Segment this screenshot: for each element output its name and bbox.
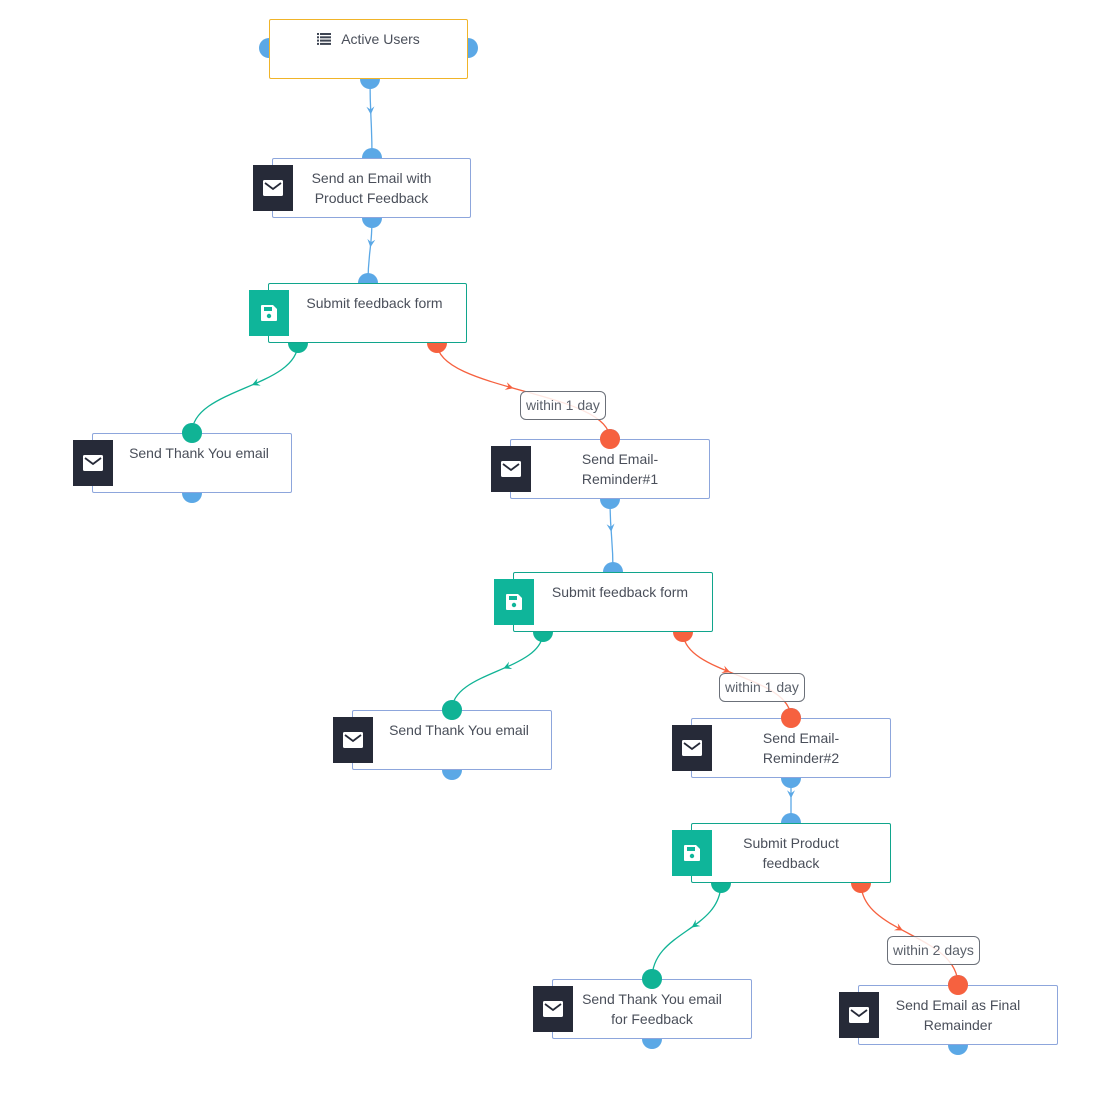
node-label: Submit Product feedback	[743, 835, 839, 871]
node-label: Active Users	[270, 29, 467, 50]
envelope-icon	[533, 986, 573, 1032]
node-label: Send Email as Final Remainder	[895, 997, 1021, 1033]
node-label-text: Active Users	[341, 31, 420, 47]
envelope-icon	[839, 992, 879, 1038]
arrowhead-icon	[893, 923, 903, 931]
envelope-icon	[333, 717, 373, 763]
condition-label[interactable]: within 2 days	[887, 936, 980, 965]
condition-label[interactable]: within 1 day	[719, 673, 805, 702]
envelope-icon	[73, 440, 113, 486]
input-port[interactable]	[781, 708, 801, 728]
arrowhead-icon	[503, 661, 513, 669]
edge-success[interactable]	[191, 342, 299, 434]
condition-label[interactable]: within 1 day	[520, 391, 606, 420]
edge-default[interactable]	[369, 78, 373, 159]
input-port[interactable]	[948, 975, 968, 995]
arrowhead-icon	[504, 382, 514, 390]
node-submit-form-2[interactable]: Submit feedback form	[494, 572, 713, 632]
floppy-disk-icon	[672, 830, 712, 876]
node-label: Send Email-Reminder#2	[762, 730, 840, 766]
envelope-icon	[672, 725, 712, 771]
node-label: Submit feedback form	[306, 295, 443, 311]
node-label: Submit feedback form	[551, 584, 689, 600]
node-label: Send Thank You email	[129, 445, 269, 461]
input-port[interactable]	[642, 969, 662, 989]
floppy-disk-icon	[249, 290, 289, 336]
node-label: Send Thank You email	[389, 722, 529, 738]
envelope-icon	[253, 165, 293, 211]
floppy-disk-icon	[494, 579, 534, 625]
input-port[interactable]	[442, 700, 462, 720]
list-icon	[317, 30, 332, 50]
envelope-icon	[491, 446, 531, 492]
edge-failure[interactable]	[860, 882, 959, 986]
workflow-canvas[interactable]: Active Users Send an Email with Product F…	[0, 0, 1093, 1107]
node-label: Send Thank You email for Feedback	[582, 991, 722, 1027]
node-submit-form-1[interactable]: Submit feedback form	[249, 283, 467, 343]
arrowhead-icon	[251, 378, 261, 386]
edge-success[interactable]	[651, 882, 722, 980]
node-active-users[interactable]: Active Users	[269, 19, 468, 79]
edge-success[interactable]	[451, 631, 544, 711]
node-send-email-feedback[interactable]: Send an Email with Product Feedback	[253, 158, 471, 218]
input-port[interactable]	[600, 429, 620, 449]
node-label: Send Email-Reminder#1	[581, 451, 659, 487]
node-label: Send an Email with Product Feedback	[311, 170, 432, 206]
input-port[interactable]	[182, 423, 202, 443]
node-submit-product-feedback[interactable]: Submit Product feedback	[672, 823, 891, 883]
